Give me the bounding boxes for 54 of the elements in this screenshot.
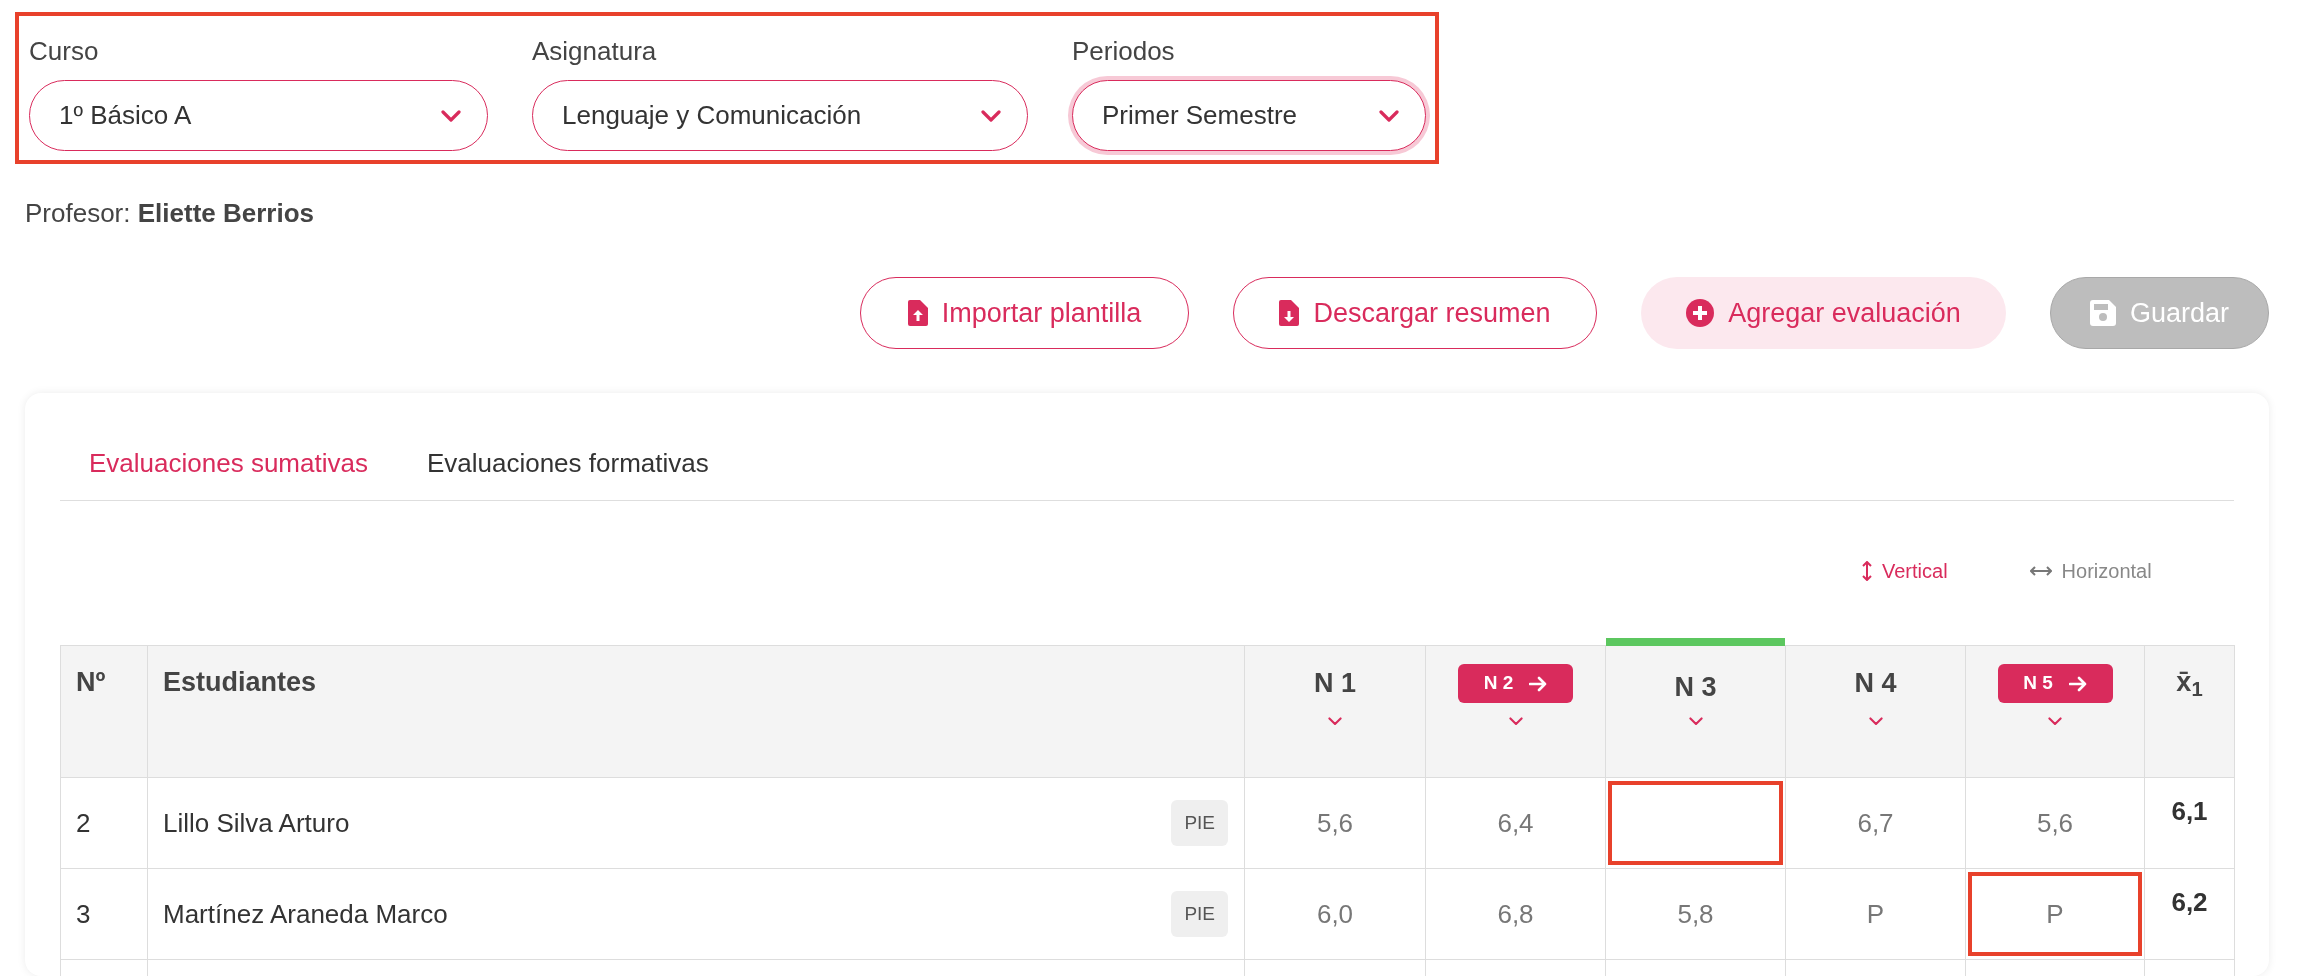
column-header: N 4 [1854,667,1897,701]
grade-cell-text: P [2046,897,2064,931]
grade-cell-text: 6,7 [1857,806,1894,840]
evaluation-badge[interactable]: N 2 [1458,664,1573,703]
plus-circle-icon [1686,299,1715,327]
tab[interactable]: Evaluaciones sumativas [89,440,368,500]
save-icon [2089,300,2116,326]
chevron-down-icon [2048,717,2062,726]
tab[interactable]: Evaluaciones formativas [426,440,709,500]
add-evaluation-button[interactable]: Agregar evaluación [1641,277,2006,349]
field-label: Periodos [1072,36,1176,66]
tag: PIE [1171,891,1228,937]
download-button[interactable]: Descargar resumen [1233,277,1597,349]
column-header: N 1 [1314,667,1356,701]
field-label: Curso [29,36,100,66]
chevron-down-icon [981,109,1001,122]
column-header: Estudiantes [163,666,318,699]
chevron-down-icon [1379,109,1399,122]
chevron-down-icon [441,109,461,122]
file-upload-icon [907,300,928,326]
chevron-down-icon [1328,717,1342,726]
table-cell-text: 2 [76,806,91,840]
table-cell-text: 3 [76,897,91,931]
grade-cell-text: 6,8 [1497,897,1534,931]
chevron-down-icon [1868,717,1883,726]
column-header: x̄$_{1}$ [2176,666,2203,703]
average-cell-text: 6,2 [2171,886,2208,919]
dropdown[interactable]: Lenguaje y Comunicación [532,80,1028,151]
grade-cell-text: 5,6 [1316,806,1354,840]
student-name: Martínez Araneda Marco [163,897,448,931]
chevron-down-icon [1508,717,1523,726]
vertical-toggle[interactable]: Vertical [1862,556,1948,586]
horizontal-toggle[interactable]: Horizontal [2029,556,2152,586]
tag: PIE [1171,800,1228,846]
file-download-icon [1279,300,1300,326]
grade-cell-text: 5,6 [2036,806,2074,840]
evaluation-badge[interactable]: N 5 [1997,664,2113,703]
grade-cell-text: 6,0 [1316,897,1354,931]
grade-cell-text: 5,8 [1677,897,1714,931]
import-button[interactable]: Importar plantilla [860,277,1189,349]
field-label: Asignatura [532,36,658,66]
chevron-down-icon [1688,717,1703,726]
grade-cell-text: P [1866,897,1885,931]
teacher-text: Profesor: Eliette Berrios [25,198,314,228]
vertical-arrows-icon [1862,561,1872,581]
column-header: Nº [76,666,107,699]
arrow-right-icon [2068,675,2087,692]
horizontal-arrows-icon [2029,566,2052,576]
dropdown[interactable]: 1º Básico A [29,80,488,151]
grade-cell-text: 6,4 [1497,806,1534,840]
student-name: Lillo Silva Arturo [163,806,350,840]
arrow-right-icon [1529,675,1548,692]
average-cell-text: 6,1 [2171,795,2208,828]
column-header: N 3 [1674,671,1717,703]
